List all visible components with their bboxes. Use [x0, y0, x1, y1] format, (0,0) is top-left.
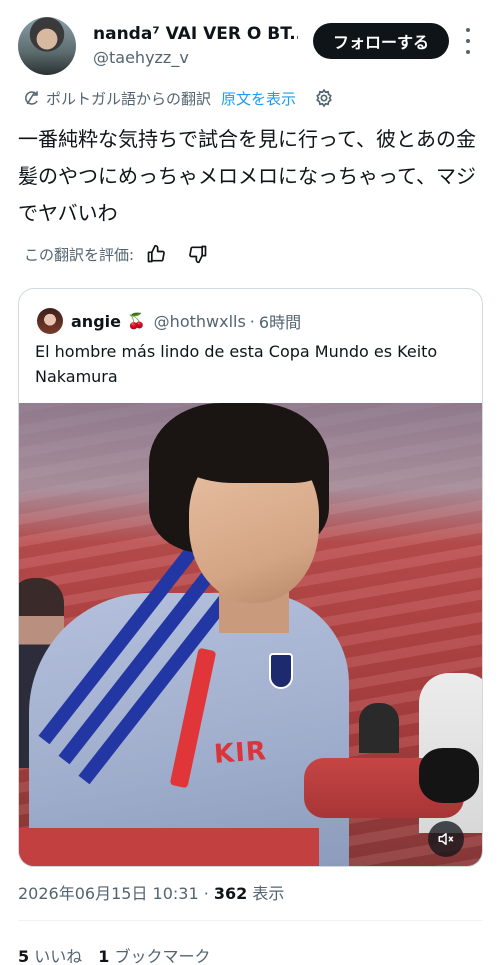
player-sleeve [19, 828, 319, 866]
quote-author-avatar[interactable] [37, 308, 63, 334]
author-handle[interactable]: @taehyzz_v [93, 48, 189, 67]
show-original-link[interactable]: 原文を表示 [221, 88, 296, 109]
translate-icon [25, 91, 38, 105]
video-player[interactable]: KIR [19, 403, 482, 866]
quote-author-name[interactable]: angie [71, 312, 121, 331]
rate-translation-label: この翻訳を評価: [24, 245, 135, 264]
more-options-icon[interactable] [463, 28, 473, 54]
quote-author-handle[interactable]: @hothwxlls [154, 312, 246, 331]
quote-header: angie 🍒 @hothwxlls · 6時間 [71, 309, 301, 333]
player-glove [419, 748, 479, 803]
quoted-tweet-card[interactable]: angie 🍒 @hothwxlls · 6時間 El hombre más l… [18, 288, 483, 867]
background-person [359, 703, 399, 753]
quote-text: El hombre más lindo de esta Copa Mundo e… [35, 342, 438, 386]
speaker-muted-icon [438, 833, 454, 845]
author-display-name[interactable]: nanda⁷ VAI VER O BT... [93, 24, 298, 44]
cherry-emoji: 🍒 [126, 312, 146, 330]
translation-bar: ポルトガル語からの翻訳 原文を表示 [22, 87, 334, 109]
thumbs-up-icon[interactable] [146, 244, 166, 264]
rate-translation-row: この翻訳を評価: [24, 242, 208, 266]
gear-icon[interactable] [314, 88, 334, 108]
meta-separator: · [198, 884, 214, 903]
player-fringe [174, 413, 324, 483]
tweet-meta: 2026年06月15日 10:31 · 362 表示 [18, 880, 284, 904]
quote-timestamp[interactable]: 6時間 [259, 309, 301, 333]
tweet-text: 一番純粋な気持ちで試合を見に行って、彼とあの金髪のやつにめっちゃメロメロになっち… [18, 127, 476, 225]
bookmarks-count: 1 [98, 947, 110, 965]
post-timestamp[interactable]: 2026年06月15日 10:31 [18, 884, 199, 903]
unmute-button[interactable] [428, 821, 464, 857]
engagement-stats: 5 いいね 1 ブックマーク [18, 943, 210, 965]
bookmarks-stat[interactable]: 1 ブックマーク [98, 947, 210, 965]
follow-button[interactable]: フォローする [313, 23, 449, 59]
separator-dot: · [249, 311, 255, 331]
views-count: 362 [213, 884, 248, 903]
bookmarks-label: ブックマーク [109, 947, 211, 965]
views-label: 表示 [247, 884, 285, 903]
divider [18, 920, 483, 921]
thumbs-down-icon[interactable] [188, 244, 208, 264]
likes-label: いいね [29, 947, 83, 965]
likes-stat[interactable]: 5 いいね [18, 947, 82, 965]
translation-label: ポルトガル語からの翻訳 [46, 89, 212, 108]
team-crest [269, 653, 293, 689]
sponsor-logo: KIR [213, 736, 268, 770]
likes-count: 5 [18, 947, 30, 965]
author-avatar[interactable] [18, 17, 76, 75]
